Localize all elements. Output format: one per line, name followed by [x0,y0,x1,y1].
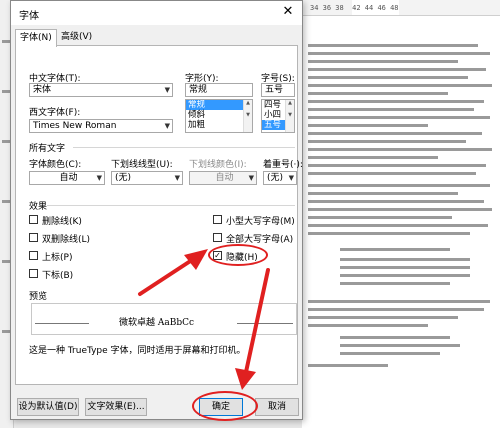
strikethrough-label: 删除线(K) [42,217,82,227]
ruler: 34 36 38 42 44 46 48 [302,0,500,16]
truetype-note: 这是一种 TrueType 字体，同时适用于屏幕和打印机。 [29,346,246,356]
preview-sample-text: 微软卓越 AaBbCc [119,318,195,328]
font-style-list[interactable]: 常规 倾斜 加粗 ▲ ▼ [185,99,253,133]
scrollbar[interactable]: ▲ ▼ [285,100,294,132]
western-font-label: 西文字体(F): [29,108,81,118]
font-size-list[interactable]: 四号 小四 五号 ▲ ▼ [261,99,295,133]
font-size-input[interactable]: 五号 [261,83,295,97]
chinese-font-value: 宋体 [33,85,52,95]
font-style-input[interactable]: 常规 [185,83,253,97]
scrollbar[interactable]: ▲ ▼ [243,100,252,132]
chevron-down-icon: ▼ [164,122,170,130]
preview-section-title: 预览 [29,292,48,302]
tab-advanced[interactable]: 高级(V) [57,29,96,45]
chevron-down-icon: ▼ [288,174,294,182]
preview-baseline [35,323,89,324]
subscript-checkbox[interactable] [29,269,38,278]
set-default-button[interactable]: 设为默认值(D) [17,398,79,416]
divider [47,205,295,206]
preview-baseline [237,323,293,324]
underline-style-value: (无) [115,173,132,183]
chinese-font-select[interactable]: 宋体 ▼ [29,83,173,97]
subscript-label: 下标(B) [42,271,74,281]
emphasis-mark-select[interactable]: (无) ▼ [263,171,297,185]
emphasis-mark-value: (无) [267,173,284,183]
chevron-down-icon: ▼ [248,174,254,182]
chevron-down-icon: ▼ [164,86,170,94]
chevron-down-icon: ▼ [174,174,180,182]
ruler-numbers: 34 36 38 [310,4,344,12]
superscript-checkbox[interactable] [29,251,38,260]
font-color-select[interactable]: 自动 ▼ [29,171,105,185]
western-font-value: Times New Roman [33,121,117,131]
double-strikethrough-label: 双删除线(L) [42,235,91,245]
superscript-label: 上标(P) [42,253,73,263]
tab-font[interactable]: 字体(N) [15,29,57,47]
effects-section-title: 效果 [29,202,48,212]
ruler-numbers-highlight: 42 44 46 48 [352,0,399,15]
western-font-select[interactable]: Times New Roman ▼ [29,119,173,133]
underline-color-value: 自动 [215,173,234,183]
small-caps-checkbox[interactable] [213,215,222,224]
close-icon[interactable]: ✕ [277,3,299,21]
font-color-label: 字体颜色(C): [29,160,82,170]
annotation-circle-hidden [208,244,268,266]
dialog-title: 字体 [19,11,39,22]
emphasis-mark-label: 着重号(·): [263,160,303,170]
small-caps-label: 小型大写字母(M) [226,217,295,227]
all-caps-checkbox[interactable] [213,233,222,242]
all-text-section-title: 所有文字 [29,144,66,154]
font-dialog: 字体 ✕ 字体(N) 高级(V) 中文字体(T): 宋体 ▼ 西文字体(F): T… [10,0,303,420]
underline-style-select[interactable]: (无) ▼ [111,171,183,185]
text-effects-button[interactable]: 文字效果(E)... [85,398,147,416]
cancel-button[interactable]: 取消 [255,398,299,416]
divider [73,147,295,148]
underline-style-label: 下划线线型(U): [111,160,173,170]
underline-color-label: 下划线颜色(I): [189,160,247,170]
strikethrough-checkbox[interactable] [29,215,38,224]
font-color-value: 自动 [59,173,78,183]
title-bar: 字体 ✕ [11,1,302,25]
double-strikethrough-checkbox[interactable] [29,233,38,242]
chevron-down-icon: ▼ [96,174,102,182]
annotation-circle-ok [192,391,258,421]
underline-color-select[interactable]: 自动 ▼ [189,171,257,185]
